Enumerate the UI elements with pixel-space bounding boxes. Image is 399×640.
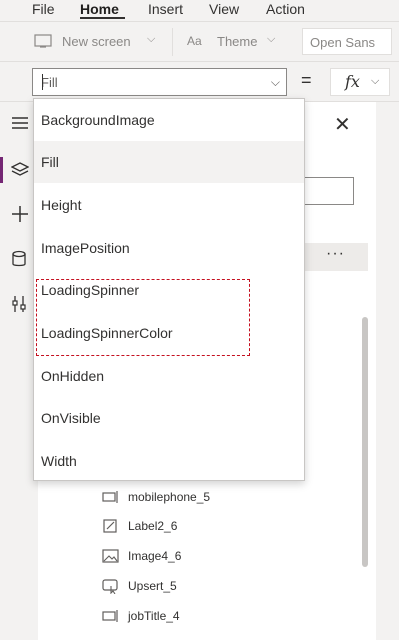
dropdown-option[interactable]: OnVisible [34,397,304,439]
edit-label-icon [103,519,117,533]
tree-item-label: jobTitle_4 [128,609,180,623]
tree-item-label: Upsert_5 [128,579,177,593]
option-label: OnVisible [41,410,101,426]
dropdown-option[interactable]: Height [34,184,304,226]
image-icon [102,549,119,563]
option-label: BackgroundImage [41,112,155,128]
layers-icon[interactable] [11,162,29,178]
tree-item-label: Label2_6 [128,519,178,533]
menu-action[interactable]: Action [266,1,305,17]
font-select[interactable]: Open Sans [302,28,392,55]
property-dropdown-list: BackgroundImage Fill Height ImagePositio… [33,98,305,481]
dropdown-option[interactable]: BackgroundImage [34,99,304,141]
chevron-down-icon: ⌵ [371,75,380,87]
dropdown-option[interactable]: ImagePosition [34,227,304,269]
fx-icon: fx [345,72,360,91]
menu-view[interactable]: View [209,1,239,17]
more-options-icon[interactable]: ··· [326,245,345,263]
theme-icon: Aa [187,34,202,48]
scrollbar[interactable] [362,317,368,567]
menu-insert[interactable]: Insert [148,1,183,17]
theme-button[interactable]: Aa Theme ⌵ [185,30,295,54]
option-label: ImagePosition [41,240,130,256]
fx-button[interactable]: fx ⌵ [330,68,390,96]
tools-icon[interactable] [11,295,27,313]
dropdown-option-selected[interactable]: Fill [34,141,304,183]
option-label: Height [41,197,82,213]
dropdown-option[interactable]: Width [34,440,304,482]
chevron-down-icon: ⌵ [147,33,156,45]
property-value: Fill [41,75,58,90]
ribbon-toolbar: New screen ⌵ Aa Theme ⌵ Open Sans [0,22,399,62]
tree-item-label: Image4_6 [128,549,182,563]
menu-home[interactable]: Home [80,1,119,17]
option-label: OnHidden [41,368,105,384]
tree-item-label: mobilephone_5 [128,490,211,504]
equals-sign: = [301,70,312,90]
hamburger-menu-icon[interactable] [11,116,29,130]
new-screen-button[interactable]: New screen ⌵ [32,30,162,54]
menu-bar: File Home Insert View Action [0,0,399,22]
menu-file[interactable]: File [32,1,55,17]
highlight-annotation-box [36,279,250,356]
database-icon[interactable] [11,250,27,268]
formula-bar: Fill ⌵ = fx ⌵ [0,62,399,102]
toolbar-divider [172,28,173,56]
active-tab-underline [80,17,125,19]
new-screen-icon [34,34,52,48]
chevron-down-icon: ⌵ [267,33,276,45]
option-label: Width [41,453,77,469]
new-screen-label: New screen [62,34,131,49]
text-input-icon [102,610,118,622]
close-icon[interactable]: ✕ [334,112,351,137]
text-cursor [42,74,43,90]
text-input-icon [102,491,118,503]
button-icon [102,579,118,594]
property-select[interactable]: Fill ⌵ [32,68,287,96]
plus-icon[interactable] [11,205,29,223]
chevron-down-icon[interactable]: ⌵ [271,75,280,90]
rail-active-indicator [0,157,3,183]
option-label: Fill [41,154,59,170]
dropdown-option[interactable]: OnHidden [34,355,304,397]
theme-label: Theme [217,34,258,49]
